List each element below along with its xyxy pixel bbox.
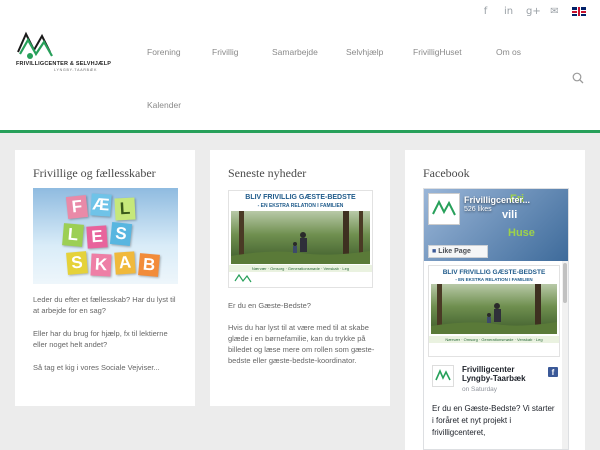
post-image-subheadline: - EN EKSTRA RELATION I FAMILIEN — [455, 277, 533, 282]
news-image-band: Nærvær · Omsorg · Generationsmøde · Vens… — [229, 265, 372, 272]
nav-forening[interactable]: Forening — [147, 47, 181, 57]
forest-photo — [231, 211, 370, 264]
letter-tile: Æ — [90, 193, 112, 217]
letter-tile: B — [138, 253, 160, 277]
top-bar: f in g+ ✉ — [0, 0, 600, 24]
post-text: Er du en Gæste-Bedste? Vi starter i forå… — [432, 404, 555, 437]
card-facebook: Facebook Fri vili Huse Frivilligcenter..… — [405, 150, 585, 450]
like-page-button[interactable]: ■ Like Page — [428, 245, 488, 258]
news-image[interactable]: BLIV FRIVILLIG GÆSTE-BEDSTE - EN EKSTRA … — [228, 190, 373, 288]
post-time[interactable]: on Saturday — [462, 386, 497, 393]
card-paragraph: Eller har du brug for hjælp, fx til lekt… — [33, 329, 168, 349]
card-paragraph: Leder du efter et fællesskab? Har du lys… — [33, 295, 176, 315]
facebook-scrollbar[interactable] — [562, 261, 568, 449]
faellesskab-image[interactable]: F Æ L L E S S K A B — [33, 188, 178, 284]
letter-tile: L — [114, 197, 136, 221]
card-volunteers: Frivillige og fællesskaber F Æ L L E S S… — [15, 150, 195, 406]
nav-selvhjaelp[interactable]: Selvhjælp — [346, 47, 383, 57]
nav-frivillig[interactable]: Frivillig — [212, 47, 238, 57]
letter-tile: S — [66, 251, 88, 275]
linkedin-icon[interactable]: in — [503, 6, 514, 17]
search-icon[interactable] — [572, 72, 584, 84]
post-image-band: Nærvær · Omsorg · Generationsmøde · Vens… — [429, 336, 559, 343]
facebook-f-icon: ■ — [432, 248, 437, 255]
card-link-text[interactable]: Så tag et kig i vores Sociale Vejviser..… — [33, 362, 183, 373]
facebook-page-name[interactable]: Frivilligcenter... — [464, 195, 530, 205]
like-page-label: Like Page — [438, 248, 471, 255]
card-title: Seneste nyheder — [228, 166, 307, 180]
news-image-subheadline: - EN EKSTRA RELATION I FAMILIEN — [257, 203, 344, 209]
header-divider — [0, 130, 600, 133]
post-image-headline: BLIV FRIVILLIG GÆSTE-BEDSTE — [442, 269, 546, 276]
post-page-name[interactable]: Frivilligcenter Lyngby-Taarbæk — [462, 365, 542, 383]
frivilligcenter-logo-icon — [234, 273, 252, 283]
google-plus-icon[interactable]: g+ — [526, 6, 541, 17]
card-title: Frivillige og fællesskaber — [33, 166, 156, 180]
letter-tile: E — [86, 225, 108, 249]
logo-subtitle: LYNGBY-TAARBÆK — [54, 68, 98, 72]
card-news: Seneste nyheder BLIV FRIVILLIG GÆSTE-BED… — [210, 150, 390, 406]
social-links: f in g+ ✉ — [480, 6, 586, 17]
nav-frivillighuset[interactable]: FrivilligHuset — [413, 47, 462, 57]
facebook-widget: Fri vili Huse Frivilligcenter... 526 lik… — [423, 188, 569, 450]
news-image-headline: BLIV FRIVILLIG GÆSTE-BEDSTE — [245, 194, 356, 201]
facebook-likes: 526 likes — [464, 206, 492, 213]
facebook-logo-icon: f — [548, 367, 558, 377]
facebook-cover[interactable]: Fri vili Huse Frivilligcenter... 526 lik… — [424, 189, 568, 261]
nav-om-os[interactable]: Om os — [496, 47, 521, 57]
page-avatar[interactable] — [428, 193, 460, 225]
letter-tile: F — [65, 195, 89, 219]
card-title: Facebook — [423, 166, 470, 180]
letter-tile: L — [62, 223, 84, 247]
email-icon[interactable]: ✉ — [549, 6, 560, 17]
nav-kalender[interactable]: Kalender — [147, 100, 181, 110]
card-paragraph: Hvis du har lyst til at være med til at … — [228, 323, 375, 365]
facebook-icon[interactable]: f — [480, 6, 491, 17]
letter-tile: K — [90, 253, 112, 277]
post-image[interactable]: BLIV FRIVILLIG GÆSTE-BEDSTE - EN EKSTRA … — [428, 265, 560, 357]
uk-flag-icon[interactable] — [572, 7, 586, 16]
logo-name: FRIVILLIGCENTER & SELVHJÆLP — [16, 61, 112, 67]
post-forest-photo — [431, 284, 557, 334]
post-page-avatar[interactable] — [432, 365, 454, 387]
card-paragraph: Er du en Gæste-Bedste? — [228, 301, 311, 310]
nav-samarbejde[interactable]: Samarbejde — [272, 47, 318, 57]
letter-tile: A — [114, 251, 136, 275]
letter-tile: S — [109, 222, 133, 246]
